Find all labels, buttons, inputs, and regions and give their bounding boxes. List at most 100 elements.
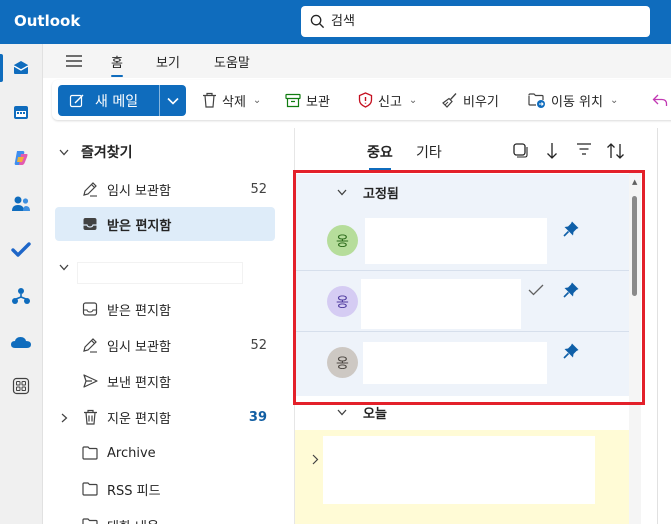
folder-item-sent[interactable]: 보낸 편지함	[55, 364, 275, 398]
favorites-item-drafts[interactable]: 임시 보관함 52	[55, 172, 275, 206]
folder-label: 임시 보관함	[107, 183, 171, 199]
sweep-button[interactable]: 비우기	[442, 88, 499, 112]
tab-help[interactable]: 도움말	[214, 52, 250, 71]
chevron-down-icon	[337, 409, 347, 415]
search-icon	[310, 14, 325, 29]
tab-other[interactable]: 기타	[416, 142, 442, 162]
folder-label: 대화 내용	[107, 516, 159, 524]
scroll-up-arrow-icon[interactable]: ▲	[632, 178, 637, 186]
message-preview-redacted	[361, 279, 521, 329]
onedrive-icon[interactable]	[9, 330, 33, 354]
message-row[interactable]: 옹	[295, 332, 629, 393]
org-icon[interactable]	[9, 284, 33, 308]
message-preview-redacted	[323, 436, 595, 504]
hamburger-menu-icon[interactable]	[65, 53, 83, 69]
report-button[interactable]: 신고 ⌄	[358, 88, 417, 112]
message-row[interactable]: 옹	[295, 210, 629, 271]
send-icon	[81, 372, 99, 390]
avatar: 옹	[327, 286, 358, 317]
copilot-icon[interactable]	[9, 146, 33, 170]
folder-icon	[81, 516, 99, 524]
reply-icon	[652, 94, 668, 106]
chevron-down-icon	[167, 97, 179, 105]
folder-item-inbox[interactable]: 받은 편지함	[55, 292, 275, 326]
tab-focused[interactable]: 중요	[367, 142, 393, 170]
message-list: 중요 기타 고정됨 옹 옹 옹 오늘	[294, 128, 629, 524]
new-mail-dropdown[interactable]	[159, 85, 186, 116]
archive-label: 보관	[306, 94, 330, 110]
tab-home[interactable]: 홈	[111, 52, 123, 77]
folder-item-rss[interactable]: RSS 피드	[55, 472, 275, 506]
scrollbar-thumb[interactable]	[632, 196, 637, 296]
pinned-group-title: 고정됨	[363, 186, 399, 202]
favorites-item-inbox[interactable]: 받은 편지함	[55, 207, 275, 241]
delete-button[interactable]: 삭제 ⌄	[202, 88, 261, 112]
folder-label: Archive	[107, 445, 156, 461]
ribbon-toolbar: 새 메일 삭제 ⌄ 보관 신고 ⌄ 비우기 이동 위치 ⌄	[52, 80, 671, 120]
archive-button[interactable]: 보관	[285, 88, 330, 112]
message-row[interactable]: 옹	[295, 271, 629, 332]
compose-icon	[69, 94, 84, 107]
todo-icon[interactable]	[9, 238, 33, 262]
select-mode-icon[interactable]	[512, 142, 528, 158]
apps-icon[interactable]	[9, 374, 33, 398]
chevron-down-icon: ⌄	[609, 94, 619, 106]
today-group-title: 오늘	[363, 406, 387, 422]
pinned-group-header[interactable]: 고정됨	[295, 176, 629, 208]
chevron-down-icon	[59, 264, 69, 271]
pencil-icon	[81, 336, 99, 354]
people-icon[interactable]	[9, 192, 33, 216]
inbox-icon	[81, 215, 99, 233]
pin-icon[interactable]	[562, 342, 580, 360]
filter-icon[interactable]	[576, 142, 592, 156]
today-group-header[interactable]: 오늘	[295, 396, 629, 428]
search-input[interactable]	[331, 11, 631, 32]
folder-pane: 즐겨찾기 임시 보관함 52 받은 편지함 받은 편지함 임시 보관함 52 보…	[43, 124, 288, 524]
favorites-header[interactable]: 즐겨찾기	[59, 142, 133, 162]
chevron-right-icon[interactable]	[312, 454, 319, 465]
chevron-right-icon[interactable]	[61, 413, 68, 423]
folder-item-deleted[interactable]: 지운 편지함 39	[55, 400, 275, 434]
new-mail-button[interactable]: 새 메일	[58, 85, 159, 116]
calendar-icon[interactable]	[9, 100, 33, 124]
pin-icon[interactable]	[562, 281, 580, 299]
favorites-title: 즐겨찾기	[81, 145, 133, 161]
trash-icon	[81, 408, 99, 426]
arrow-down-icon[interactable]	[546, 142, 558, 160]
avatar: 옹	[327, 347, 358, 378]
folder-move-icon	[528, 93, 545, 108]
move-to-label: 이동 위치	[551, 94, 603, 110]
pencil-icon	[81, 180, 99, 198]
folder-item-conversation[interactable]: 대화 내용	[55, 508, 275, 524]
chevron-down-icon: ⌄	[408, 94, 418, 106]
reply-button[interactable]	[652, 88, 668, 112]
folder-icon	[81, 444, 99, 462]
message-list-scrollbar[interactable]: ▲	[629, 172, 641, 524]
folder-label: 받은 편지함	[107, 218, 172, 234]
report-label: 신고	[378, 94, 402, 110]
folder-label: 임시 보관함	[107, 339, 171, 355]
folder-label: 지운 편지함	[107, 411, 171, 427]
sort-icon[interactable]	[606, 142, 626, 160]
message-preview-redacted	[365, 218, 547, 264]
chevron-down-icon: ⌄	[252, 94, 262, 106]
shield-icon	[358, 92, 373, 108]
app-title[interactable]: Outlook	[14, 12, 80, 30]
folder-label: RSS 피드	[107, 483, 161, 499]
tab-view[interactable]: 보기	[156, 52, 180, 71]
folder-item-drafts[interactable]: 임시 보관함 52	[55, 328, 275, 362]
app-rail	[0, 44, 43, 524]
reading-pane	[657, 128, 671, 524]
archive-icon	[285, 93, 301, 107]
chevron-down-icon	[337, 189, 347, 195]
message-row[interactable]	[295, 430, 629, 524]
folder-item-archive[interactable]: Archive	[55, 436, 275, 470]
inbox-icon	[81, 300, 99, 318]
pin-icon[interactable]	[562, 220, 580, 238]
mail-icon[interactable]	[9, 56, 33, 80]
account-header[interactable]	[59, 264, 69, 271]
check-icon[interactable]	[528, 284, 544, 296]
search-box[interactable]	[301, 6, 650, 37]
move-to-button[interactable]: 이동 위치 ⌄	[528, 88, 618, 112]
folder-icon	[81, 480, 99, 498]
